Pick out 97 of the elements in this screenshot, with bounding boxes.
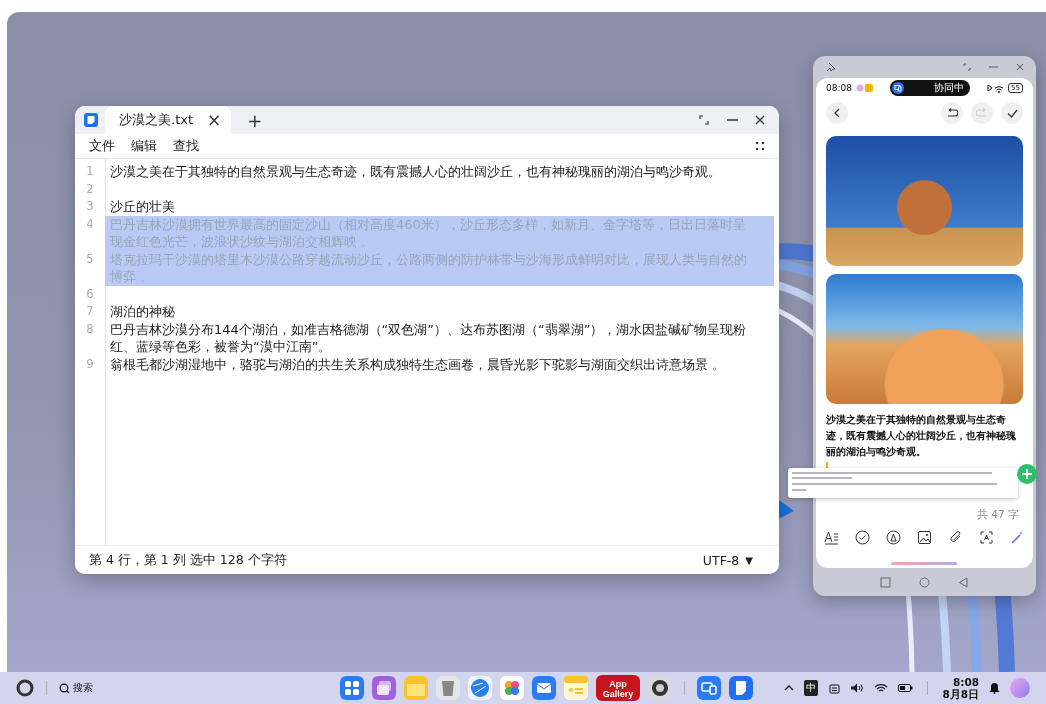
mail-launcher[interactable] bbox=[532, 676, 556, 700]
clock-time[interactable]: 8:08 bbox=[952, 676, 979, 688]
notes-app-icon bbox=[564, 676, 588, 700]
line-number: 9 bbox=[85, 355, 95, 373]
app-store-launcher[interactable]: App Gallery bbox=[596, 675, 640, 701]
back-icon bbox=[833, 108, 841, 118]
text-line: 翁根毛都沙湖湿地中，骆驼与湖泊的共生关系构成独特生态画卷，晨昏光影下驼影与湖面交织出诗意场景 。 bbox=[109, 355, 727, 373]
undo-button[interactable] bbox=[941, 102, 963, 124]
status-time: 08:08 bbox=[826, 83, 852, 93]
menu-item[interactable]: 编辑 bbox=[131, 137, 157, 155]
clipboard-icon[interactable] bbox=[828, 682, 841, 694]
text-format-icon bbox=[824, 530, 839, 545]
grid-app-icon bbox=[340, 676, 364, 700]
confirm-button[interactable] bbox=[1001, 102, 1023, 124]
input-method-indicator[interactable]: 中 bbox=[804, 680, 819, 696]
pen-circle-icon bbox=[886, 530, 901, 545]
notification-bell-icon[interactable] bbox=[989, 682, 1000, 694]
scan-text-button[interactable] bbox=[979, 530, 994, 545]
volume-icon[interactable] bbox=[850, 683, 865, 693]
folder-icon bbox=[404, 676, 428, 700]
line-number: 5 bbox=[85, 250, 95, 268]
windows-app-icon bbox=[372, 676, 396, 700]
line-number: 6 bbox=[85, 285, 95, 303]
back-button[interactable] bbox=[826, 102, 848, 124]
line-number: 4 bbox=[85, 215, 95, 233]
menu-item[interactable]: 文件 bbox=[89, 137, 115, 155]
word-count: 共 47 字 bbox=[976, 508, 1019, 522]
restore-icon[interactable] bbox=[963, 63, 971, 71]
text-line: 沙漠之美在于其独特的自然景观与生态奇迹，既有震撼人心的壮阔沙丘，也有神秘瑰丽的湖泊与鸣沙奇观。 bbox=[109, 163, 722, 181]
line-number: 1 bbox=[85, 163, 95, 180]
magic-wand-icon bbox=[1010, 530, 1025, 545]
check-circle-icon bbox=[855, 530, 870, 545]
devices-icon bbox=[892, 82, 904, 94]
undo-icon bbox=[946, 108, 958, 118]
check-circle-button[interactable] bbox=[855, 530, 870, 545]
globe-icon bbox=[468, 676, 492, 700]
chevron-up-icon[interactable] bbox=[784, 685, 795, 691]
photos-app-icon bbox=[500, 676, 524, 700]
text-line: 沙丘的壮美 bbox=[109, 198, 176, 216]
line-number: 7 bbox=[85, 303, 95, 320]
trash-launcher[interactable] bbox=[436, 676, 460, 700]
more-options-icon[interactable] bbox=[755, 141, 765, 151]
text-format-button[interactable] bbox=[824, 530, 839, 545]
back-triangle-button[interactable] bbox=[958, 576, 969, 588]
wifi-icon[interactable] bbox=[874, 683, 889, 693]
line-number: 2 bbox=[85, 180, 95, 198]
photos-app-launcher[interactable] bbox=[500, 676, 524, 700]
cursor-status: 第 4 行，第 1 列 选中 128 个字符 bbox=[89, 551, 287, 569]
image-icon bbox=[917, 530, 932, 545]
recent-apps-icon bbox=[880, 576, 891, 588]
file-tab[interactable]: 沙漠之美.txt × bbox=[105, 106, 232, 134]
search-button[interactable]: 搜索 bbox=[59, 681, 93, 695]
line-number: 3 bbox=[85, 198, 95, 215]
scan-text-icon bbox=[979, 530, 994, 545]
notepad-app-launcher[interactable] bbox=[729, 676, 753, 700]
battery-icon[interactable] bbox=[898, 684, 914, 692]
notepad-app-icon bbox=[729, 676, 753, 700]
notepad-app-icon bbox=[83, 112, 99, 128]
home-icon bbox=[919, 576, 930, 588]
paperclip-icon bbox=[948, 530, 963, 545]
close-icon[interactable] bbox=[1016, 63, 1024, 71]
text-line: 巴丹吉林沙漠分布144个湖泊，如准吉格德湖（“双色湖”）、达布苏图湖（“翡翠湖”），湖水因盐碱矿物呈现粉红、蓝绿等色彩，被誉为“漠中江南”。 bbox=[109, 320, 748, 356]
magic-wand-button[interactable] bbox=[1010, 530, 1025, 545]
back-triangle-icon bbox=[958, 576, 969, 588]
plus-icon bbox=[1022, 469, 1032, 479]
home-button[interactable] bbox=[919, 576, 930, 588]
redo-icon bbox=[976, 108, 988, 118]
bluetooth-wifi-icon bbox=[986, 83, 1005, 93]
trash-icon bbox=[436, 676, 460, 700]
home-indicator bbox=[891, 562, 957, 565]
search-icon bbox=[59, 682, 70, 694]
minimize-icon bbox=[726, 119, 738, 121]
collaboration-status: 协同中 bbox=[934, 81, 964, 95]
recent-apps-button[interactable] bbox=[880, 576, 891, 588]
restore-icon bbox=[699, 115, 709, 125]
close-icon bbox=[755, 115, 765, 125]
menu-item[interactable]: 查找 bbox=[173, 137, 199, 155]
new-tab-button[interactable]: + bbox=[247, 109, 263, 131]
text-line: 湖泊的神秘 bbox=[109, 303, 176, 321]
mail-icon bbox=[532, 676, 556, 700]
start-ring-icon[interactable] bbox=[16, 679, 34, 697]
clock-date[interactable]: 8月8日 bbox=[942, 688, 979, 700]
close-tab-button[interactable]: × bbox=[207, 110, 222, 130]
paperclip-button[interactable] bbox=[948, 530, 963, 545]
devices-icon bbox=[697, 676, 721, 700]
image-button[interactable] bbox=[917, 530, 932, 545]
note-text: 沙漠之美在于其独特的自然景观与生态奇迹，既有震撼人心的壮阔沙丘，也有神秘瑰丽的湖泊与鸣沙奇观。 bbox=[826, 413, 1017, 459]
grid-app-launcher[interactable] bbox=[340, 676, 364, 700]
checkmark-icon bbox=[1006, 108, 1018, 118]
globe-launcher[interactable] bbox=[468, 676, 492, 700]
windows-app-launcher[interactable] bbox=[372, 676, 396, 700]
pen-circle-button[interactable] bbox=[886, 530, 901, 545]
add-button[interactable] bbox=[1017, 464, 1037, 484]
encoding-dropdown[interactable]: UTF-8 ▼ bbox=[696, 551, 759, 569]
devices-launcher[interactable] bbox=[697, 676, 721, 700]
line-number: 8 bbox=[85, 320, 95, 338]
notification-dots-icon bbox=[855, 84, 874, 92]
